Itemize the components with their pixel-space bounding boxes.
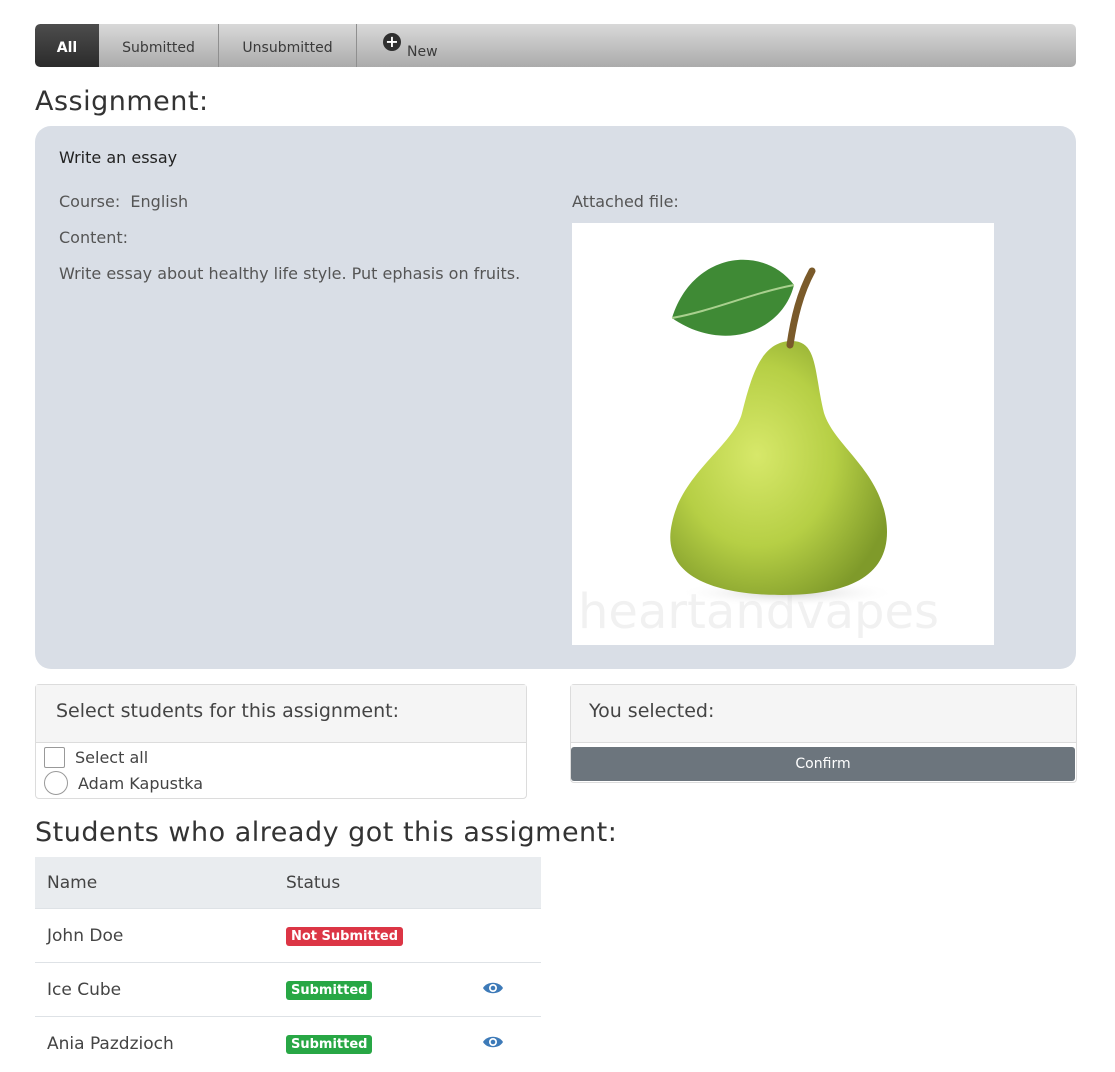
assignment-card: Write an essay Course: English Content: … [35,126,1076,669]
attached-image[interactable]: heartandvapes [572,223,994,645]
assignment-heading: Assignment: [35,86,209,117]
content-label: Content: [59,228,129,247]
status-cell: Submitted [274,962,470,1017]
table-row: Ania Pazdzioch Submitted [35,1016,541,1070]
pear-image: heartandvapes [578,259,939,640]
student-radio[interactable] [44,771,68,795]
assignment-title: Write an essay [59,148,178,167]
student-option-row[interactable]: Adam Kapustka [44,771,203,795]
column-status: Status [274,857,470,909]
status-badge: Submitted [286,981,373,1000]
status-cell: Not Submitted [274,908,470,963]
eye-icon[interactable] [482,981,504,995]
tab-new-label: New [407,43,438,60]
students-table: Name Status John Doe Not Submitted Ice C… [35,857,541,1070]
select-all-checkbox[interactable] [44,747,65,768]
select-all-label: Select all [75,748,149,767]
actions-cell [470,962,541,1017]
eye-icon[interactable] [482,1035,504,1049]
tab-new[interactable]: + New [357,24,477,67]
students-heading: Students who already got this assigment: [35,817,618,848]
table-header-row: Name Status [35,857,541,909]
select-students-header: Select students for this assignment: [36,685,526,743]
tab-submitted[interactable]: Submitted [99,24,219,67]
status-badge: Not Submitted [286,927,404,946]
assignment-course: Course: English [59,192,189,211]
student-name: John Doe [35,908,274,963]
filter-tabbar: All Submitted Unsubmitted + New [35,24,1076,67]
student-name: Ice Cube [35,962,274,1017]
attached-file-label: Attached file: [572,192,679,211]
actions-cell [470,1016,541,1070]
status-badge: Submitted [286,1035,373,1054]
actions-cell [470,908,541,963]
plus-circle-icon: + [383,33,401,51]
selected-header: You selected: [571,685,1076,743]
confirm-button[interactable]: Confirm [571,747,1075,781]
content-text: Write essay about healthy life style. Pu… [59,264,521,283]
tab-all[interactable]: All [35,24,99,67]
table-row: John Doe Not Submitted [35,908,541,963]
student-option-label: Adam Kapustka [78,773,204,793]
select-all-row[interactable]: Select all [44,747,148,768]
student-name: Ania Pazdzioch [35,1016,274,1070]
table-row: Ice Cube Submitted [35,962,541,1017]
column-name: Name [35,857,274,909]
column-actions [470,857,541,909]
status-cell: Submitted [274,1016,470,1070]
tab-unsubmitted[interactable]: Unsubmitted [219,24,357,67]
select-students-panel: Select students for this assignment: Sel… [35,684,527,799]
